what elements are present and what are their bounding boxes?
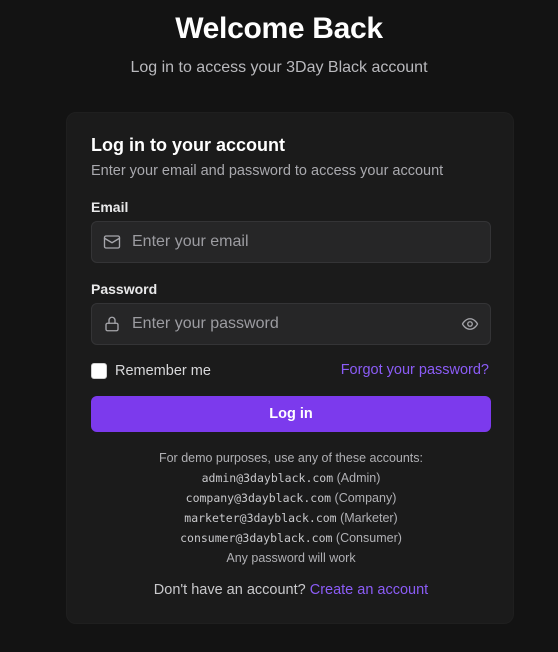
email-field-container[interactable] [91, 221, 491, 263]
create-account-link[interactable]: Create an account [310, 582, 429, 598]
card-description: Enter your email and password to access … [91, 163, 444, 179]
demo-account-row: consumer@3dayblack.com (Consumer) [67, 528, 515, 548]
remember-me-checkbox[interactable] [91, 363, 107, 379]
email-label: Email [91, 199, 129, 215]
forgot-password-link[interactable]: Forgot your password? [341, 362, 489, 378]
demo-account-role: (Admin) [336, 471, 381, 485]
demo-account-email: admin@3dayblack.com [201, 471, 334, 485]
password-label: Password [91, 281, 158, 297]
login-page: Welcome Back Log in to access your 3Day … [0, 0, 558, 652]
demo-account-role: (Company) [334, 491, 397, 505]
login-card: Log in to your account Enter your email … [66, 112, 514, 624]
demo-accounts-info: For demo purposes, use any of these acco… [67, 448, 515, 568]
login-button[interactable]: Log in [91, 396, 491, 432]
demo-intro: For demo purposes, use any of these acco… [158, 451, 424, 465]
mail-icon [103, 235, 121, 249]
demo-account-email: consumer@3dayblack.com [180, 531, 333, 545]
demo-account-row: company@3dayblack.com (Company) [67, 488, 515, 508]
page-subtitle: Log in to access your 3Day Black account [130, 59, 428, 76]
remember-me-label: Remember me [115, 363, 211, 379]
password-field[interactable] [132, 304, 452, 344]
card-title: Log in to your account [91, 135, 285, 155]
eye-icon[interactable] [460, 315, 480, 333]
password-field-container[interactable] [91, 303, 491, 345]
demo-note: Any password will work [226, 551, 356, 565]
demo-account-email: marketer@3dayblack.com [184, 511, 337, 525]
demo-account-email: company@3dayblack.com [185, 491, 332, 505]
page-title: Welcome Back [175, 12, 383, 45]
demo-account-role: (Consumer) [335, 531, 402, 545]
lock-icon [105, 316, 119, 332]
demo-account-role: (Marketer) [340, 511, 398, 525]
signup-prompt: Don't have an account? Create an account [67, 582, 515, 598]
demo-account-row: admin@3dayblack.com (Admin) [67, 468, 515, 488]
signup-prompt-text: Don't have an account? [153, 582, 306, 598]
remember-me-toggle[interactable]: Remember me [91, 362, 211, 380]
email-field[interactable] [132, 222, 452, 262]
demo-account-row: marketer@3dayblack.com (Marketer) [67, 508, 515, 528]
